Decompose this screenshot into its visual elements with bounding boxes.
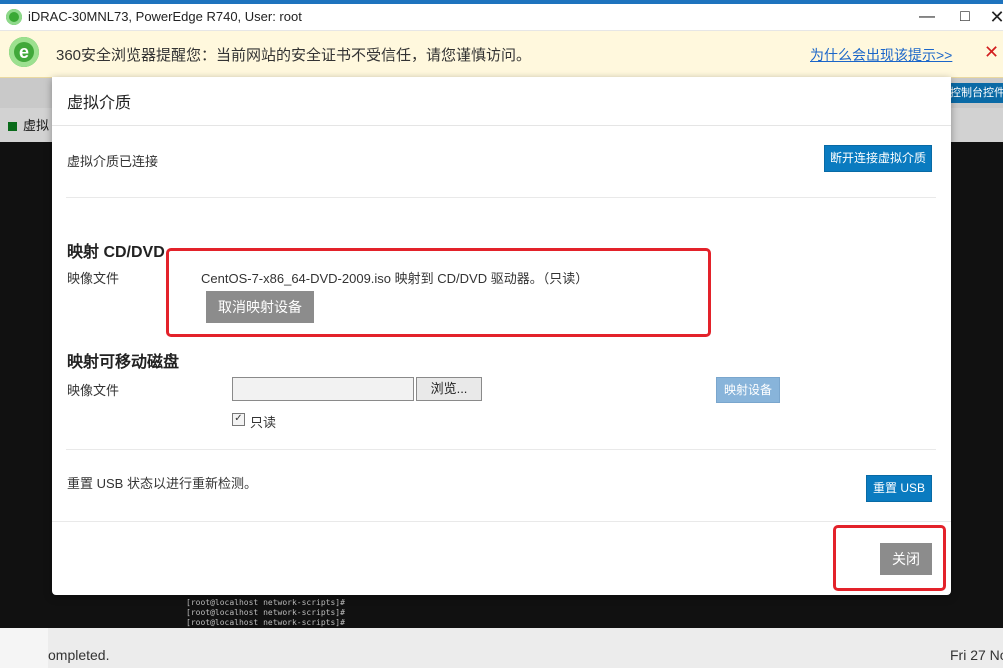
- browser-logo-icon: e: [9, 37, 39, 67]
- browser-logo-letter: e: [18, 42, 29, 62]
- annotation-highlight-cd: [166, 248, 711, 337]
- browser-app-icon: [6, 9, 22, 25]
- connected-status-text: 虚拟介质已连接: [67, 154, 159, 169]
- warning-why-link[interactable]: 为什么会出现该提示>>: [810, 45, 952, 65]
- security-warning-bar: e 360安全浏览器提醒您：当前网站的安全证书不受信任，请您谨慎访问。 为什么会…: [0, 31, 1003, 78]
- disconnect-virtual-media-button[interactable]: 断开连接虚拟介质: [824, 145, 932, 172]
- window-title: iDRAC-30MNL73, PowerEdge R740, User: roo…: [28, 9, 302, 24]
- console-menu-label: 虚拟: [23, 118, 50, 133]
- divider: [66, 197, 936, 198]
- console-line: [root@localhost network-scripts]#: [186, 608, 345, 617]
- map-cd-section-title: 映射 CD/DVD: [67, 244, 165, 261]
- minimize-icon[interactable]: —: [916, 7, 938, 27]
- readonly-label: 只读: [250, 415, 277, 430]
- console-controls-button[interactable]: 控制台控件: [950, 83, 1003, 103]
- status-square-icon: [8, 122, 17, 132]
- removable-file-input[interactable]: [232, 377, 414, 401]
- maximize-icon[interactable]: □: [954, 7, 976, 27]
- map-device-button[interactable]: 映射设备: [716, 377, 780, 403]
- warning-message: 360安全浏览器提醒您：当前网站的安全证书不受信任，请您谨慎访问。: [56, 47, 532, 64]
- status-bar-left-edge: [0, 628, 48, 668]
- console-output: [root@localhost network-scripts]# [root@…: [186, 598, 345, 628]
- browse-button[interactable]: 浏览...: [416, 377, 482, 401]
- close-window-icon[interactable]: ✕: [986, 7, 1003, 27]
- reset-usb-button[interactable]: 重置 USB: [866, 475, 932, 502]
- divider: [66, 449, 936, 450]
- dialog-title: 虚拟介质: [67, 95, 132, 112]
- console-menu-virtual[interactable]: 虚拟: [8, 115, 49, 134]
- console-line: [root@localhost network-scripts]#: [186, 618, 345, 627]
- reset-usb-text: 重置 USB 状态以进行重新检测。: [67, 476, 257, 491]
- map-removable-section-title: 映射可移动磁盘: [67, 354, 180, 371]
- console-line: [root@localhost network-scripts]#: [186, 598, 345, 607]
- dialog-header: 虚拟介质: [52, 77, 951, 126]
- warning-close-icon[interactable]: ✕: [984, 42, 999, 63]
- window-titlebar: iDRAC-30MNL73, PowerEdge R740, User: roo…: [0, 4, 1003, 31]
- removable-image-label: 映像文件: [67, 383, 120, 398]
- cd-image-label: 映像文件: [67, 271, 120, 286]
- dialog-footer-divider: [52, 521, 951, 522]
- readonly-checkbox[interactable]: ✓: [232, 413, 245, 426]
- status-bar: [0, 628, 1003, 668]
- status-text: ompleted.: [48, 647, 110, 663]
- status-date: Fri 27 No: [950, 647, 1003, 663]
- annotation-highlight-close: [833, 525, 946, 591]
